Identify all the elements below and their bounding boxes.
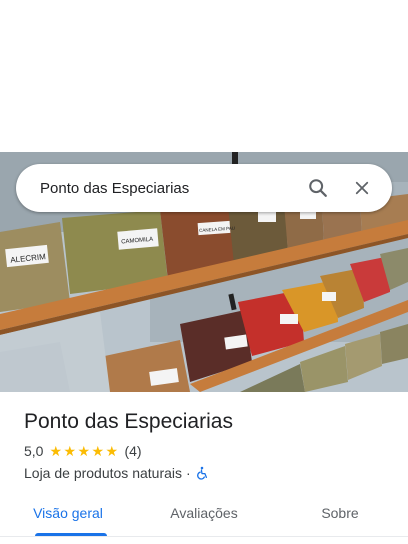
close-icon [355,181,369,195]
place-title: Ponto das Especiarias [24,410,233,433]
star-icon: ★ [77,443,91,459]
review-count[interactable]: (4) [124,443,141,459]
search-button[interactable] [296,164,340,212]
separator: · [186,465,191,481]
star-icon: ★ [91,443,105,459]
tabs-divider [0,536,408,537]
search-input[interactable]: Ponto das Especiarias [40,180,296,197]
star-icon: ★ [105,443,119,459]
search-icon [309,179,327,197]
close-button[interactable] [340,164,384,212]
rating-row[interactable]: 5,0 ★ ★ ★ ★ ★ (4) [24,442,392,460]
star-icon: ★ [63,443,77,459]
wheelchair-icon[interactable] [195,466,209,480]
rating-value: 5,0 [24,443,44,459]
place-category: Loja de produtos naturais [24,465,182,481]
category-row: Loja de produtos naturais · [24,464,392,482]
star-icon: ★ [49,443,63,459]
search-bar[interactable]: Ponto das Especiarias [16,164,392,212]
place-info: Ponto das Especiarias 5,0 ★ ★ ★ ★ ★ (4) … [24,408,392,482]
star-rating: ★ ★ ★ ★ ★ [49,444,119,458]
